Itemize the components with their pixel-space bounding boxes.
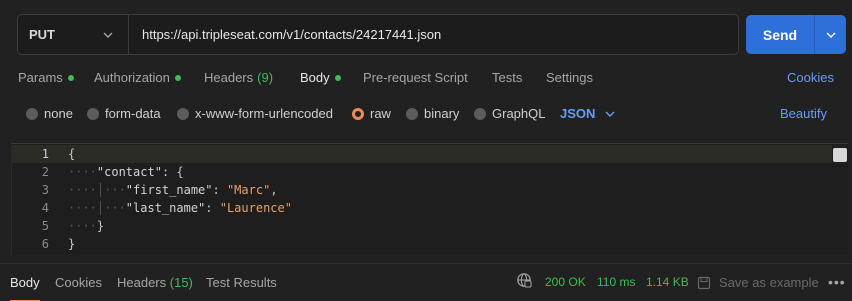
tab-tests[interactable]: Tests	[492, 70, 522, 85]
radio-circle	[26, 107, 38, 120]
tab-body[interactable]: Body	[300, 70, 341, 85]
format-select[interactable]: JSON	[560, 106, 616, 121]
save-as-example-button[interactable]: Save as example	[697, 275, 819, 290]
line-code: ····"contact": {	[68, 165, 184, 179]
url-input[interactable]: https://api.tripleseat.com/v1/contacts/2…	[129, 15, 738, 54]
response-time[interactable]: 110 ms	[597, 275, 635, 289]
radio-circle-selected	[352, 107, 364, 120]
radio-label: GraphQL	[492, 106, 546, 121]
radio-graphql[interactable]: GraphQL	[474, 106, 545, 121]
headers-count: (15)	[169, 275, 193, 290]
chevron-down-icon	[826, 32, 835, 38]
status-dot	[334, 74, 341, 81]
headers-count: (9)	[257, 70, 274, 85]
radio-label: none	[44, 106, 73, 121]
radio-circle	[406, 107, 418, 120]
tab-label: Headers	[117, 275, 167, 290]
line-number: 3	[41, 183, 49, 197]
editor-line: 3 ····│···"first_name": "Marc",	[12, 181, 832, 199]
editor-line: 4 ····│···"last_name": "Laurence"	[12, 199, 832, 217]
editor-line: 5 ····}	[12, 217, 832, 235]
beautify-button[interactable]: Beautify	[780, 106, 827, 121]
response-tab-body[interactable]: Body	[10, 275, 40, 301]
status-dot	[67, 74, 74, 81]
tab-authorization[interactable]: Authorization	[94, 70, 181, 85]
response-bar: Body Cookies Headers (15) Test Results 2…	[0, 263, 852, 301]
line-code: ····}	[68, 219, 105, 233]
body-type-options: none form-data x-www-form-urlencoded raw…	[0, 106, 852, 124]
line-number: 2	[41, 165, 49, 179]
tab-label: Cookies	[55, 275, 102, 290]
line-number: 6	[41, 237, 49, 251]
request-url-bar: PUT https://api.tripleseat.com/v1/contac…	[17, 14, 739, 55]
editor-line: 2 ····"contact": {	[12, 163, 832, 181]
tab-label: Authorization	[94, 70, 170, 85]
radio-label: x-www-form-urlencoded	[195, 106, 333, 121]
radio-label: form-data	[105, 106, 161, 121]
status-dot	[174, 74, 181, 81]
method-label: PUT	[29, 27, 55, 42]
chevron-down-icon	[605, 111, 615, 117]
tab-label: Body	[300, 70, 330, 85]
tab-label: Tests	[492, 70, 523, 85]
line-number: 5	[41, 219, 49, 233]
response-size[interactable]: 1.14 KB	[646, 275, 689, 289]
radio-circle	[177, 107, 189, 120]
line-code: ····│···"first_name": "Marc",	[68, 183, 278, 197]
radio-label: raw	[370, 106, 391, 121]
radio-circle	[87, 107, 99, 120]
tab-label: Body	[10, 275, 40, 290]
response-tab-cookies[interactable]: Cookies	[55, 275, 102, 290]
chevron-down-icon	[103, 32, 113, 38]
method-select[interactable]: PUT	[18, 15, 129, 54]
tab-label: Params	[18, 70, 63, 85]
cookies-link[interactable]: Cookies	[787, 70, 834, 85]
line-code: ····│···"last_name": "Laurence"	[68, 201, 292, 215]
radio-form-data[interactable]: form-data	[87, 106, 161, 121]
editor-line: 6 }	[12, 235, 832, 253]
send-options-button[interactable]	[815, 15, 846, 54]
scrollbar-thumb[interactable]	[833, 148, 847, 162]
line-code: }	[68, 237, 76, 251]
tab-headers[interactable]: Headers (9)	[204, 70, 273, 85]
globe-icon[interactable]	[516, 272, 532, 288]
radio-binary[interactable]: binary	[406, 106, 459, 121]
radio-circle	[474, 107, 486, 120]
save-as-example-label: Save as example	[719, 275, 819, 290]
tab-pre-request-script[interactable]: Pre-request Script	[363, 70, 468, 85]
line-code: {	[68, 147, 76, 161]
code-editor[interactable]: 1 { 2 ····"contact": { 3 ····│···"first_…	[11, 143, 848, 255]
tab-label: Headers	[204, 70, 254, 85]
more-options-button[interactable]: •••	[828, 274, 846, 290]
tab-label: Test Results	[206, 275, 277, 290]
radio-label: binary	[424, 106, 460, 121]
radio-x-www-form-urlencoded[interactable]: x-www-form-urlencoded	[177, 106, 333, 121]
tab-settings[interactable]: Settings	[546, 70, 593, 85]
tab-params[interactable]: Params	[18, 70, 74, 85]
line-number: 1	[41, 147, 49, 161]
send-button[interactable]: Send	[746, 15, 814, 54]
tab-label: Settings	[546, 70, 593, 85]
status-code[interactable]: 200 OK	[545, 275, 586, 289]
radio-raw[interactable]: raw	[352, 106, 391, 121]
send-button-group: Send	[746, 15, 846, 54]
radio-none[interactable]: none	[26, 106, 73, 121]
response-tab-test-results[interactable]: Test Results	[206, 275, 277, 290]
format-label: JSON	[560, 106, 596, 121]
line-number: 4	[41, 201, 49, 215]
response-tab-headers[interactable]: Headers (15)	[117, 275, 193, 290]
tab-label: Pre-request Script	[363, 70, 468, 85]
save-icon	[697, 276, 711, 289]
editor-line: 1 {	[12, 145, 832, 163]
